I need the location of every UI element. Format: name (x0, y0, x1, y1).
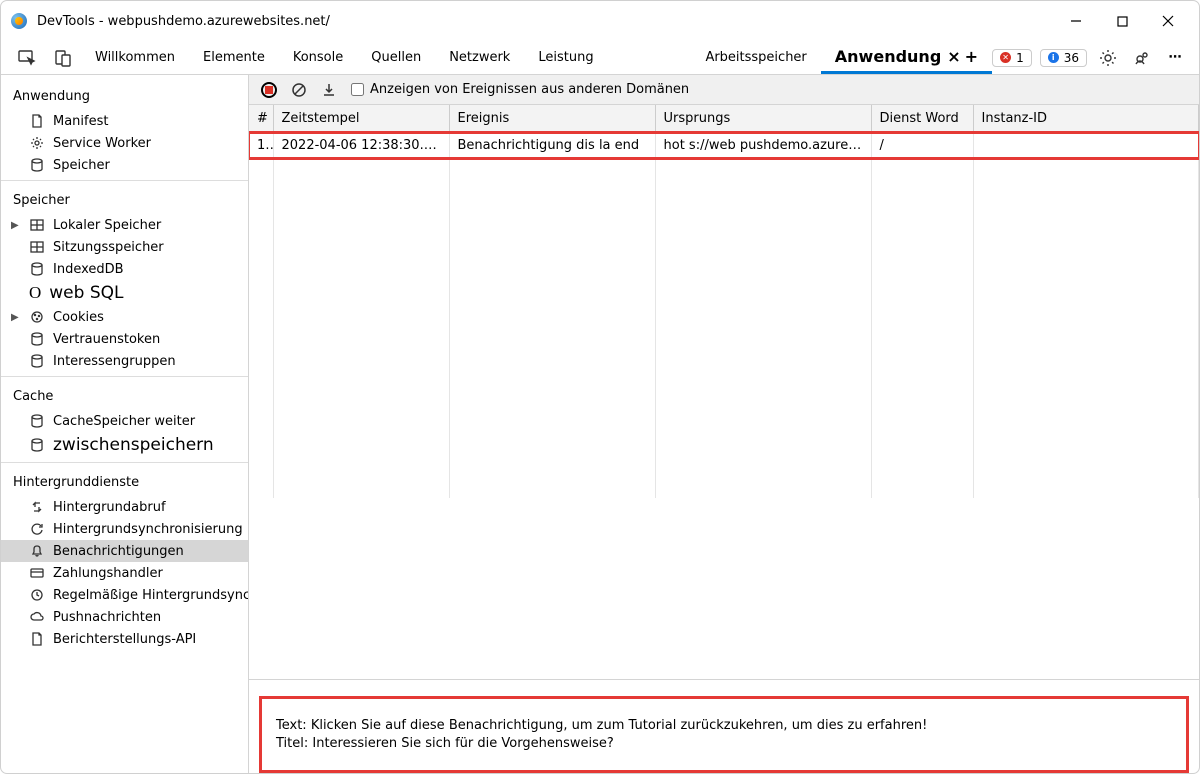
event-details: Text: Klicken Sie auf diese Benachrichti… (259, 696, 1189, 773)
checkbox-input[interactable] (351, 83, 364, 96)
sidebar-item-zahlungshandler[interactable]: Zahlungshandler (1, 562, 248, 584)
settings-gear-icon[interactable] (1095, 45, 1121, 71)
device-toolbar-icon[interactable] (45, 41, 81, 74)
chevron-right-icon: ▶ (11, 220, 21, 231)
close-button[interactable] (1145, 5, 1191, 37)
window-title: DevTools - webpushdemo.azurewebsites.net… (37, 14, 330, 29)
sidebar-item-indexeddb[interactable]: IndexedDB (1, 258, 248, 280)
cell-instance-id (973, 133, 1199, 159)
cell-event: Benachrichtigung dis la end (449, 133, 655, 159)
main-panel: Anzeigen von Ereignissen aus anderen Dom… (249, 75, 1199, 773)
refresh-icon (29, 521, 45, 537)
cookie-icon (29, 309, 45, 325)
tab-elemente[interactable]: Elemente (189, 41, 279, 74)
col-ursprungs[interactable]: Ursprungs (655, 105, 871, 133)
tabs-row: Willkommen Elemente Konsole Quellen Netz… (1, 41, 1199, 75)
database-icon (29, 157, 45, 173)
record-button[interactable] (261, 82, 277, 98)
section-speicher: Speicher (1, 185, 248, 214)
sidebar-item-zwischenspeichern[interactable]: zwischenspeichern (1, 432, 248, 458)
download-button[interactable] (321, 82, 337, 98)
sidebar-item-periodic-sync[interactable]: Regelmäßige Hintergrundsynchronisierung (1, 584, 248, 606)
document-icon (29, 631, 45, 647)
section-cache: Cache (1, 381, 248, 410)
chevron-right-icon: ▶ (11, 312, 21, 323)
tab-anwendung[interactable]: Anwendung×+ (821, 41, 992, 74)
sidebar-item-pushnachrichten[interactable]: Pushnachrichten (1, 606, 248, 628)
close-tab-icon[interactable]: × (947, 47, 960, 66)
sidebar: Anwendung Manifest Service Worker Speich… (1, 75, 249, 773)
tab-arbeitsspeicher[interactable]: Arbeitsspeicher (691, 41, 820, 74)
tab-quellen[interactable]: Quellen (357, 41, 435, 74)
col-zeitstempel[interactable]: Zeitstempel (273, 105, 449, 133)
devtools-window: DevTools - webpushdemo.azurewebsites.net… (0, 0, 1200, 774)
cell-service-worker: / (871, 133, 973, 159)
info-badge[interactable]: i36 (1040, 49, 1087, 67)
section-hintergrunddienste: Hintergrunddienste (1, 467, 248, 496)
detail-title: Titel: Interessieren Sie sich für die Vo… (276, 736, 1172, 751)
document-icon (29, 113, 45, 129)
clock-icon (29, 587, 45, 603)
bell-icon (29, 543, 45, 559)
tab-leistung[interactable]: Leistung (524, 41, 607, 74)
app-icon (11, 13, 27, 29)
database-icon (29, 353, 45, 369)
sidebar-item-vertrauenstoken[interactable]: Vertrauenstoken (1, 328, 248, 350)
tab-konsole[interactable]: Konsole (279, 41, 357, 74)
error-badge[interactable]: ✕1 (992, 49, 1032, 67)
cell-timestamp: 2022-04-06 12:38:30.8… (273, 133, 449, 159)
sidebar-item-reporting-api[interactable]: Berichterstellungs-API (1, 628, 248, 650)
cloud-icon (29, 609, 45, 625)
clear-button[interactable] (291, 82, 307, 98)
detail-text: Text: Klicken Sie auf diese Benachrichti… (276, 718, 1172, 733)
sidebar-item-cachespeicher[interactable]: CacheSpeicher weiter (1, 410, 248, 432)
section-anwendung: Anwendung (1, 81, 248, 110)
more-menu-icon[interactable]: ⋯ (1163, 45, 1189, 71)
table-header-row: # Zeitstempel Ereignis Ursprungs Dienst … (249, 105, 1199, 133)
sidebar-item-benachrichtigungen[interactable]: Benachrichtigungen (1, 540, 248, 562)
credit-card-icon (29, 565, 45, 581)
sync-arrows-icon (29, 499, 45, 515)
database-icon (29, 437, 45, 453)
sidebar-item-lokaler-speicher[interactable]: ▶Lokaler Speicher (1, 214, 248, 236)
inspect-element-icon[interactable] (9, 41, 45, 74)
cell-origin: hot s://web pushdemo.azure… (655, 133, 871, 159)
sidebar-item-service-worker[interactable]: Service Worker (1, 132, 248, 154)
table-icon (29, 217, 45, 233)
events-table-wrap: # Zeitstempel Ereignis Ursprungs Dienst … (249, 105, 1199, 680)
other-domains-checkbox[interactable]: Anzeigen von Ereignissen aus anderen Dom… (351, 82, 689, 97)
database-icon (29, 413, 45, 429)
database-icon (29, 331, 45, 347)
sidebar-item-interessengruppen[interactable]: Interessengruppen (1, 350, 248, 372)
col-ereignis[interactable]: Ereignis (449, 105, 655, 133)
tab-netzwerk[interactable]: Netzwerk (435, 41, 524, 74)
sidebar-item-hintergrundabruf[interactable]: Hintergrundabruf (1, 496, 248, 518)
sidebar-item-cookies[interactable]: ▶Cookies (1, 306, 248, 328)
events-table: # Zeitstempel Ereignis Ursprungs Dienst … (249, 105, 1199, 498)
col-instanz-id[interactable]: Instanz-ID (973, 105, 1199, 133)
gear-icon (29, 135, 45, 151)
sidebar-item-hintergrundsync[interactable]: Hintergrundsynchronisierung (1, 518, 248, 540)
sidebar-item-sitzungsspeicher[interactable]: Sitzungsspeicher (1, 236, 248, 258)
sidebar-item-manifest[interactable]: Manifest (1, 110, 248, 132)
sidebar-item-speicher[interactable]: Speicher (1, 154, 248, 176)
col-dienst-word[interactable]: Dienst Word (871, 105, 973, 133)
table-row[interactable]: 1 2022-04-06 12:38:30.8… Benachrichtigun… (249, 133, 1199, 159)
tab-willkommen[interactable]: Willkommen (81, 41, 189, 74)
titlebar: DevTools - webpushdemo.azurewebsites.net… (1, 1, 1199, 41)
sidebar-item-websql[interactable]: Oweb SQL (1, 280, 248, 306)
col-number[interactable]: # (249, 105, 273, 133)
events-toolbar: Anzeigen von Ereignissen aus anderen Dom… (249, 75, 1199, 105)
database-icon (29, 261, 45, 277)
table-icon (29, 239, 45, 255)
minimize-button[interactable] (1053, 5, 1099, 37)
cell-number: 1 (249, 133, 273, 159)
feedback-icon[interactable] (1129, 45, 1155, 71)
maximize-button[interactable] (1099, 5, 1145, 37)
